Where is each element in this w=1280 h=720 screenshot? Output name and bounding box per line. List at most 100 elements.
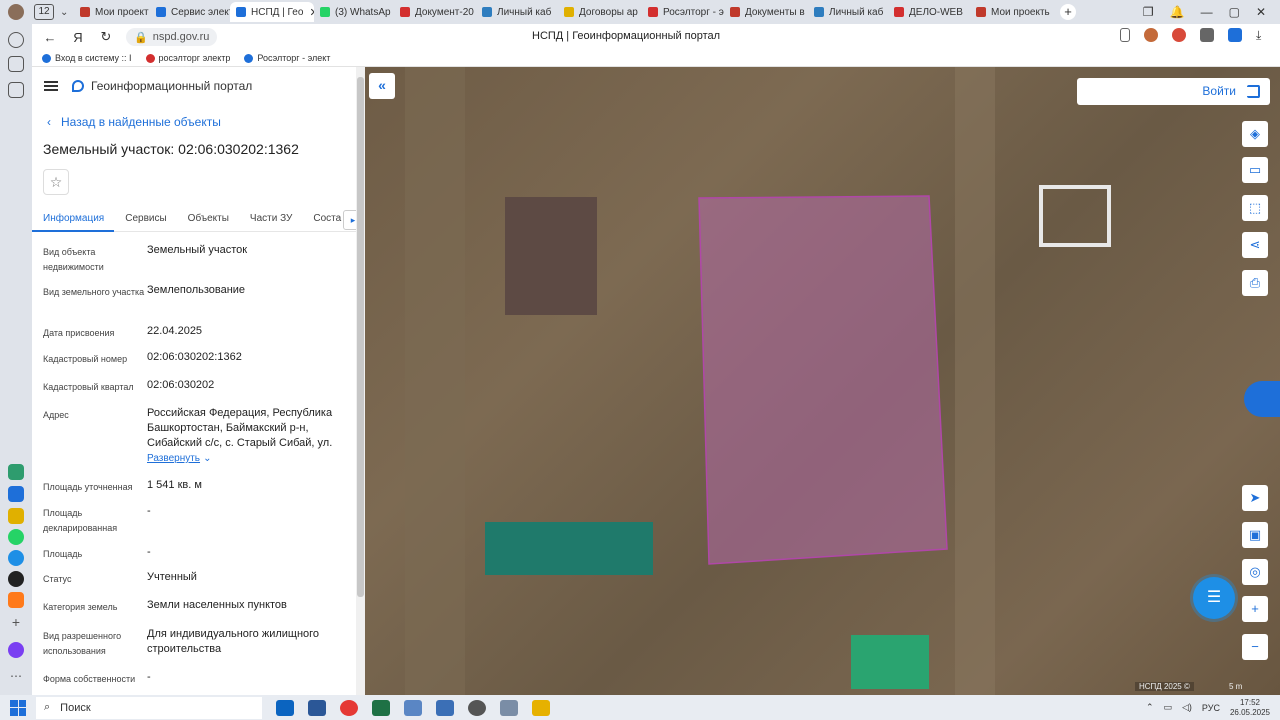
yandex-app-icon[interactable]: [436, 699, 454, 716]
tab[interactable]: Личный каб: [808, 2, 888, 22]
taskbar-search[interactable]: ⌕ Поиск: [36, 696, 262, 719]
gosuslugi-icon[interactable]: [8, 486, 24, 502]
word-icon[interactable]: [308, 699, 326, 716]
login-label: Войти: [1202, 84, 1236, 98]
favorite-star-icon[interactable]: ☆: [43, 169, 69, 195]
zoom-in-button[interactable]: +: [1242, 596, 1268, 622]
select-area-icon[interactable]: ⬚: [1242, 195, 1268, 221]
profile-avatar[interactable]: [8, 4, 24, 20]
notification-bell-icon[interactable]: 🔔: [1170, 5, 1185, 19]
map-app-icon[interactable]: [8, 508, 24, 524]
collections-icon[interactable]: ❐: [1143, 5, 1154, 19]
back-arrow-icon[interactable]: ←: [40, 30, 60, 45]
services-icon[interactable]: [8, 464, 24, 480]
extension-icon[interactable]: [1172, 28, 1186, 42]
attribute-label: Статус: [43, 574, 72, 584]
tab[interactable]: Росэлторг - э: [642, 2, 724, 22]
tab-favicon: [156, 7, 166, 17]
settings-icon[interactable]: [468, 699, 486, 716]
scanner-icon[interactable]: [500, 699, 518, 716]
tab-count-icon[interactable]: [8, 56, 24, 72]
collapse-panel-icon[interactable]: «: [369, 73, 395, 99]
excel-icon[interactable]: [372, 699, 390, 716]
tab[interactable]: Мои проекты: [970, 2, 1050, 22]
whatsapp-icon[interactable]: [8, 529, 24, 545]
assistant-icon[interactable]: [1244, 381, 1280, 417]
tab-information[interactable]: Информация: [32, 207, 115, 232]
yandex-browser-icon[interactable]: [340, 699, 358, 716]
extension-icon[interactable]: [1228, 28, 1242, 42]
tab-active[interactable]: НСПД | Гео✕: [230, 2, 314, 22]
file-explorer-icon[interactable]: [532, 699, 550, 716]
system-tray: ⌃ ▭ ◁) РУС 17:52 26.05.2025: [1146, 695, 1270, 720]
attribute-value: -: [147, 505, 151, 517]
yandex-icon[interactable]: Я: [68, 30, 88, 45]
reload-icon[interactable]: ↻: [96, 29, 116, 45]
language-indicator[interactable]: РУС: [1202, 703, 1220, 713]
map-view[interactable]: « Войти ◈ ▭ ⬚ ⋖ ⎙ ➤ ▣ ◎ + − ☰ НСПД 2025 …: [365, 67, 1280, 695]
expand-link[interactable]: Развернуть: [147, 453, 200, 464]
extension-icon[interactable]: [1144, 28, 1158, 42]
tab[interactable]: ДЕЛО-WEB: [888, 2, 970, 22]
tab-objects[interactable]: Объекты: [177, 207, 239, 232]
more-icon[interactable]: ⋯: [8, 670, 24, 686]
login-button[interactable]: Войти: [1077, 78, 1270, 105]
chevron-left-icon: ‹: [47, 115, 51, 129]
bookmark-icon[interactable]: [1120, 28, 1130, 42]
bookmark-favicon: [42, 53, 51, 63]
tab[interactable]: Документ-20: [394, 2, 476, 22]
chat-icon[interactable]: ☰: [1193, 577, 1235, 619]
clock[interactable]: 17:52 26.05.2025: [1230, 698, 1270, 718]
start-icon[interactable]: [10, 699, 26, 716]
network-icon[interactable]: ▭: [1163, 702, 1172, 713]
back-to-results-link[interactable]: ‹ Назад в найденные объекты: [47, 115, 365, 129]
menu-icon[interactable]: [44, 81, 58, 91]
chevron-up-icon[interactable]: ⌃: [1146, 702, 1154, 713]
downloads-icon[interactable]: [8, 82, 24, 98]
volume-icon[interactable]: ◁): [1182, 702, 1192, 713]
bookmark-item[interactable]: Росэлторг - элект: [244, 53, 330, 63]
locate-icon[interactable]: ➤: [1242, 485, 1268, 511]
bookmark-item[interactable]: Вход в систему :: I: [42, 53, 132, 63]
scrollbar-thumb[interactable]: [357, 77, 364, 597]
history-icon[interactable]: [8, 32, 24, 48]
chevron-down-icon[interactable]: ⌄: [60, 7, 74, 18]
maximize-icon[interactable]: ▢: [1229, 5, 1240, 19]
tab[interactable]: Договоры ар: [558, 2, 642, 22]
mail-icon[interactable]: [8, 592, 24, 608]
alice-icon[interactable]: [8, 642, 24, 658]
tab[interactable]: Документы в: [724, 2, 808, 22]
bookmark-item[interactable]: росэлторг электр: [145, 53, 230, 63]
notes-icon[interactable]: [404, 699, 422, 716]
chevron-down-icon[interactable]: ⌄: [203, 453, 211, 464]
add-icon[interactable]: +: [8, 614, 24, 630]
attribute-value: Учтенный: [147, 571, 197, 583]
zoom-out-button[interactable]: −: [1242, 634, 1268, 660]
telegram-icon[interactable]: [8, 550, 24, 566]
tab[interactable]: Мои проект: [74, 2, 150, 22]
panel-scrollbar[interactable]: [356, 67, 365, 695]
attribute-row: Площадь -: [32, 545, 354, 570]
tab-counter[interactable]: 12: [34, 4, 54, 20]
extension-icon[interactable]: [1200, 28, 1214, 42]
outlook-icon[interactable]: [276, 699, 294, 716]
music-icon[interactable]: [8, 571, 24, 587]
ruler-icon[interactable]: ▭: [1242, 157, 1268, 183]
land-parcel[interactable]: [698, 195, 948, 565]
download-icon[interactable]: ⤓: [1256, 28, 1270, 42]
tab-parts[interactable]: Части ЗУ: [239, 207, 302, 232]
minimize-icon[interactable]: —: [1201, 5, 1213, 19]
close-window-icon[interactable]: ✕: [1256, 5, 1266, 19]
url-field[interactable]: 🔒 nspd.gov.ru: [126, 28, 218, 46]
layers-icon[interactable]: ◈: [1242, 121, 1268, 147]
tab[interactable]: Личный каб: [476, 2, 558, 22]
tab[interactable]: Сервис элект: [150, 2, 230, 22]
share-icon[interactable]: ⋖: [1242, 232, 1268, 258]
attribute-value: 02:06:030202:1362: [147, 351, 242, 363]
geo-search-icon[interactable]: ◎: [1242, 559, 1268, 585]
print-icon[interactable]: ⎙: [1242, 270, 1268, 296]
tab-services[interactable]: Сервисы: [114, 207, 176, 232]
new-tab-button[interactable]: +: [1060, 4, 1076, 20]
tab[interactable]: (3) WhatsAp: [314, 2, 394, 22]
minimap-icon[interactable]: ▣: [1242, 522, 1268, 548]
